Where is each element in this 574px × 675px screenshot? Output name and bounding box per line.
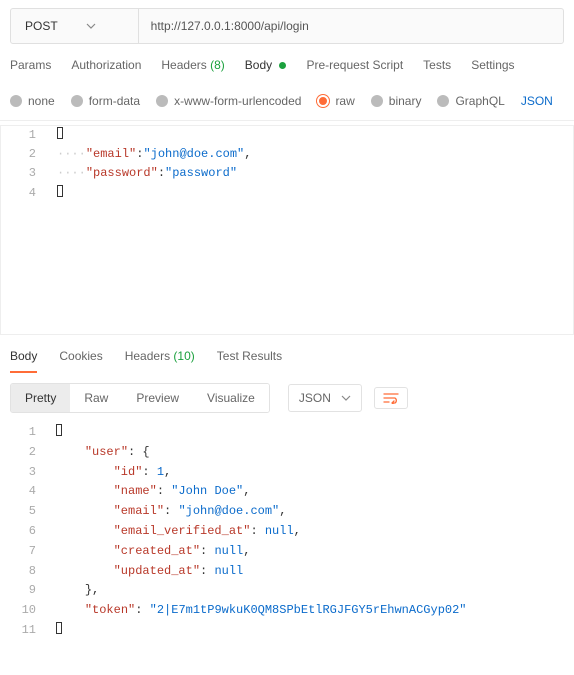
request-body-editor[interactable]: 1 2····"email":"john@doe.com", 3····"pas… [0, 125, 574, 335]
response-format-select[interactable]: JSON [288, 384, 362, 412]
http-method-label: POST [25, 19, 58, 33]
chevron-down-icon [86, 23, 96, 29]
response-tab-headers-count: (10) [173, 349, 194, 363]
cursor-icon [57, 185, 63, 197]
response-view-controls: Pretty Raw Preview Visualize JSON [0, 373, 574, 423]
wrap-lines-button[interactable] [374, 387, 408, 409]
body-type-graphql[interactable]: GraphQL [437, 94, 504, 108]
line-number: 11 [0, 621, 50, 641]
tab-headers-label: Headers [161, 58, 206, 72]
view-preview-button[interactable]: Preview [122, 384, 193, 412]
chevron-down-icon [341, 395, 351, 401]
radio-icon [10, 95, 22, 107]
cursor-icon [56, 622, 62, 634]
view-raw-button[interactable]: Raw [70, 384, 122, 412]
tab-body[interactable]: Body [245, 58, 287, 80]
response-tab-testresults[interactable]: Test Results [217, 349, 282, 373]
response-tab-headers[interactable]: Headers (10) [125, 349, 195, 373]
body-type-binary[interactable]: binary [371, 94, 422, 108]
tab-tests[interactable]: Tests [423, 58, 451, 80]
view-pretty-button[interactable]: Pretty [11, 384, 70, 412]
view-visualize-button[interactable]: Visualize [193, 384, 269, 412]
tab-settings[interactable]: Settings [471, 58, 514, 80]
body-type-xwww[interactable]: x-www-form-urlencoded [156, 94, 301, 108]
body-type-selector: none form-data x-www-form-urlencoded raw… [0, 80, 574, 121]
line-number: 10 [0, 601, 50, 621]
line-number: 3 [1, 164, 51, 183]
request-tabs: Params Authorization Headers (8) Body Pr… [0, 44, 574, 80]
response-tab-headers-label: Headers [125, 349, 170, 363]
line-number: 2 [1, 145, 51, 164]
wrap-icon [383, 392, 399, 404]
line-number: 5 [0, 502, 50, 522]
body-type-formdata[interactable]: form-data [71, 94, 140, 108]
line-number: 3 [0, 463, 50, 483]
tab-prerequest[interactable]: Pre-request Script [306, 58, 403, 80]
tab-params[interactable]: Params [10, 58, 51, 80]
line-number: 9 [0, 581, 50, 601]
tab-body-label: Body [245, 58, 272, 72]
view-mode-segment: Pretty Raw Preview Visualize [10, 383, 270, 413]
line-number: 1 [0, 423, 50, 443]
response-tab-cookies[interactable]: Cookies [59, 349, 102, 373]
response-tabs: Body Cookies Headers (10) Test Results [0, 335, 574, 373]
line-number: 1 [1, 126, 51, 145]
radio-icon [317, 95, 329, 107]
line-number: 8 [0, 562, 50, 582]
line-number: 6 [0, 522, 50, 542]
body-type-raw[interactable]: raw [317, 94, 354, 108]
cursor-icon [56, 424, 62, 436]
url-input[interactable] [139, 9, 563, 43]
radio-icon [156, 95, 168, 107]
tab-headers[interactable]: Headers (8) [161, 58, 224, 80]
response-tab-body[interactable]: Body [10, 349, 37, 373]
body-type-none[interactable]: none [10, 94, 55, 108]
http-method-select[interactable]: POST [11, 9, 139, 43]
radio-icon [437, 95, 449, 107]
line-number: 2 [0, 443, 50, 463]
line-number: 4 [0, 482, 50, 502]
line-number: 7 [0, 542, 50, 562]
line-number: 4 [1, 184, 51, 203]
cursor-icon [57, 127, 63, 139]
tab-headers-count: (8) [210, 58, 225, 72]
radio-icon [71, 95, 83, 107]
response-body-editor[interactable]: 1 2 "user": { 3 "id": 1, 4 "name": "John… [0, 423, 574, 641]
tab-authorization[interactable]: Authorization [71, 58, 141, 80]
request-bar: POST [10, 8, 564, 44]
dot-indicator-icon [279, 62, 286, 69]
radio-icon [371, 95, 383, 107]
body-format-json[interactable]: JSON [521, 94, 553, 108]
